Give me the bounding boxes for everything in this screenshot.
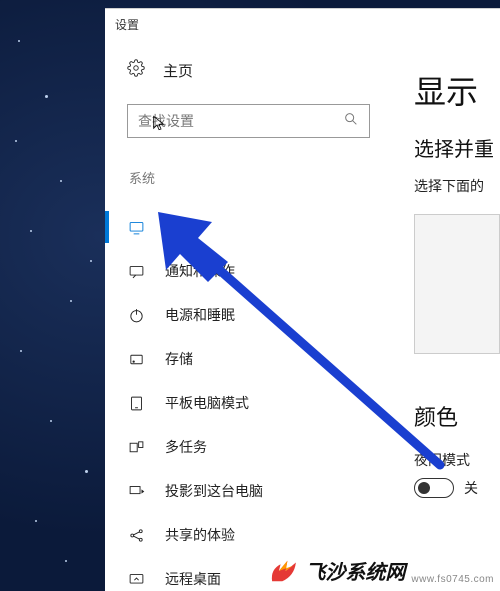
project-icon — [127, 483, 145, 500]
nav-item-projecting[interactable]: 投影到这台电脑 — [105, 469, 370, 513]
gear-icon — [127, 59, 145, 82]
window-title: 设置 — [105, 9, 500, 39]
settings-window: 设置 主页 系统 显示 — [105, 8, 500, 591]
search-icon — [343, 111, 359, 132]
toggle-state-text: 关 — [464, 478, 478, 498]
nav-list: 显示 通知和操作 电源和睡眠 存储 平板电脑模式 — [105, 205, 370, 591]
message-icon — [127, 263, 145, 280]
color-heading: 颜色 — [414, 400, 500, 432]
search-field[interactable] — [138, 113, 335, 129]
page-title: 显示 — [414, 67, 500, 113]
nav-item-multitask[interactable]: 多任务 — [105, 425, 370, 469]
storage-icon — [127, 351, 145, 368]
main-panel: 显示 选择并重 选择下面的 颜色 夜间模式 关 — [395, 39, 500, 591]
watermark-logo-icon — [267, 557, 301, 585]
nav-item-label: 投影到这台电脑 — [165, 481, 263, 501]
remote-icon — [127, 571, 145, 588]
power-icon — [127, 307, 145, 324]
nav-item-notifications[interactable]: 通知和操作 — [105, 249, 370, 293]
nav-item-label: 远程桌面 — [165, 569, 221, 589]
nav-item-label: 平板电脑模式 — [165, 393, 249, 413]
share-icon — [127, 527, 145, 544]
nav-item-label: 电源和睡眠 — [165, 305, 235, 325]
section-label-system: 系统 — [129, 168, 370, 187]
nav-item-display[interactable]: 显示 — [105, 205, 370, 249]
nav-item-label: 通知和操作 — [165, 261, 235, 281]
nav-item-label: 共享的体验 — [165, 525, 235, 545]
multitask-icon — [127, 439, 145, 456]
watermark-url: www.fs0745.com — [411, 574, 494, 585]
nav-item-label: 显示 — [165, 217, 193, 237]
night-mode-label: 夜间模式 — [414, 450, 500, 470]
nav-item-shared[interactable]: 共享的体验 — [105, 513, 370, 557]
monitor-icon — [127, 219, 145, 236]
nav-item-label: 存储 — [165, 349, 193, 369]
nav-item-tablet[interactable]: 平板电脑模式 — [105, 381, 370, 425]
nav-item-label: 多任务 — [165, 437, 207, 457]
night-mode-toggle[interactable] — [414, 478, 454, 498]
tablet-icon — [127, 395, 145, 412]
sub-desc: 选择下面的 — [414, 176, 500, 196]
home-label: 主页 — [163, 60, 193, 81]
sidebar: 主页 系统 显示 通知和操作 — [105, 39, 395, 591]
watermark: 飞沙系统网 www.fs0745.com — [267, 556, 494, 585]
nav-item-power[interactable]: 电源和睡眠 — [105, 293, 370, 337]
nav-item-storage[interactable]: 存储 — [105, 337, 370, 381]
sub-heading: 选择并重 — [414, 133, 500, 162]
cursor-icon — [151, 115, 167, 136]
display-preview[interactable] — [414, 214, 500, 354]
home-button[interactable]: 主页 — [127, 59, 370, 82]
watermark-brand: 飞沙系统网 — [305, 556, 405, 585]
